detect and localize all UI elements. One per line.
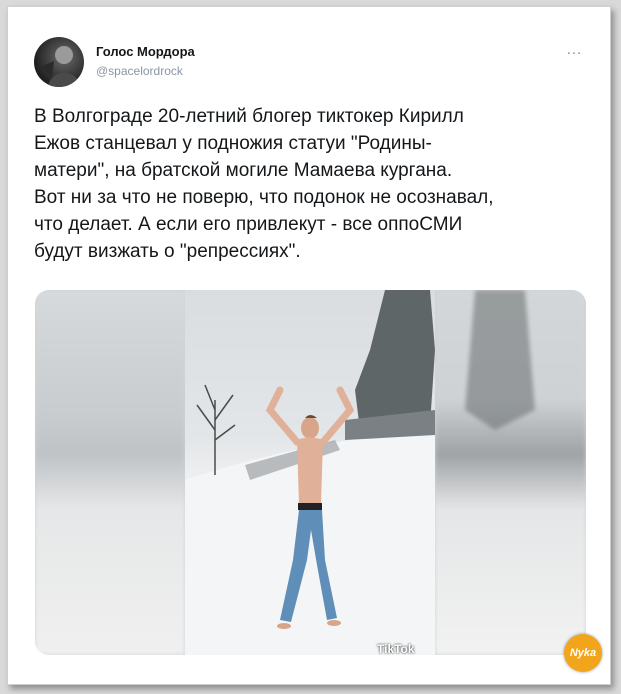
blurred-background-left <box>35 290 185 655</box>
tweet-card: Голос Мордора @spacelordrock … В Волгогр… <box>7 6 611 685</box>
statue <box>345 290 435 440</box>
blurred-background-right <box>435 290 586 655</box>
site-logo: Nyka <box>564 634 602 672</box>
video-scene <box>185 290 435 655</box>
avatar[interactable] <box>34 37 84 87</box>
author-handle[interactable]: @spacelordrock <box>96 64 183 78</box>
tree <box>196 384 236 475</box>
tiktok-watermark: TikTok <box>377 642 415 655</box>
video-frame <box>185 290 435 655</box>
tweet-text: В Волгограде 20-летний блогер тиктокер К… <box>34 106 494 262</box>
more-options-icon[interactable]: … <box>566 41 583 59</box>
tweet-media-video[interactable]: TikTok <box>35 290 586 655</box>
author-name[interactable]: Голос Мордора <box>96 44 195 59</box>
